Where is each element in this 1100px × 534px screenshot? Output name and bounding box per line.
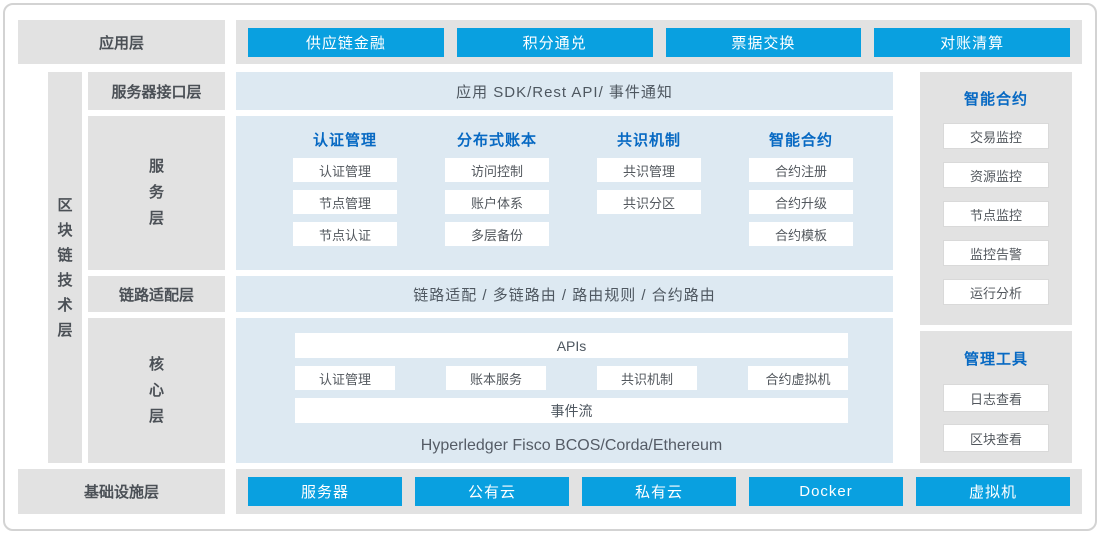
- app-layer-strip: 供应链金融 积分通兑 票据交换 对账清算: [236, 20, 1082, 64]
- infrastructure-layer-label: 基础设施层: [18, 469, 225, 514]
- side-item: 运行分析: [943, 279, 1049, 305]
- service-column-header: 共识机制: [597, 128, 701, 150]
- core-module: 账本服务: [446, 366, 546, 390]
- service-layer-panel: 认证管理 认证管理 节点管理 节点认证 分布式账本 访问控制 账户体系 多层备份…: [236, 116, 893, 270]
- core-layer-panel: APIs 认证管理 账本服务 共识机制 合约虚拟机 事件流 Hyperledge…: [236, 318, 893, 463]
- service-item: 节点认证: [293, 222, 397, 246]
- server-interface-layer-label: 服务器接口层: [88, 72, 225, 110]
- service-item: 共识管理: [597, 158, 701, 182]
- link-adapter-content: 链路适配 / 多链路由 / 路由规则 / 合约路由: [236, 276, 893, 312]
- core-layer-text: 核心层: [148, 352, 165, 430]
- core-event-stream-bar: 事件流: [295, 398, 848, 423]
- core-module: 共识机制: [597, 366, 697, 390]
- service-item: 访问控制: [445, 158, 549, 182]
- service-column-smart-contract: 智能合约 合约注册 合约升级 合约模板: [749, 116, 853, 270]
- management-tools-panel-header: 管理工具: [920, 346, 1072, 370]
- server-interface-content: 应用 SDK/Rest API/ 事件通知: [236, 72, 893, 110]
- blockchain-architecture-diagram: 应用层 供应链金融 积分通兑 票据交换 对账清算 区块链技术层 服务器接口层 服…: [0, 0, 1100, 534]
- smart-contract-panel-header: 智能合约: [920, 86, 1072, 110]
- node-public-cloud: 公有云: [415, 477, 569, 506]
- infrastructure-layer-strip: 服务器 公有云 私有云 Docker 虚拟机: [236, 469, 1082, 514]
- core-apis-bar: APIs: [295, 333, 848, 358]
- blockchain-tech-layer-text: 区块链技术层: [57, 193, 74, 343]
- service-column-header: 分布式账本: [445, 128, 549, 150]
- core-module: 合约虚拟机: [748, 366, 848, 390]
- service-item: 合约升级: [749, 190, 853, 214]
- node-docker: Docker: [749, 477, 903, 506]
- smart-contract-panel: 智能合约 交易监控 资源监控 节点监控 监控告警 运行分析: [920, 72, 1072, 325]
- side-item: 日志查看: [943, 384, 1049, 412]
- service-item: 共识分区: [597, 190, 701, 214]
- service-column-consensus: 共识机制 共识管理 共识分区: [597, 116, 701, 270]
- service-item: 账户体系: [445, 190, 549, 214]
- service-column-ledger: 分布式账本 访问控制 账户体系 多层备份: [445, 116, 549, 270]
- service-column-header: 智能合约: [749, 128, 853, 150]
- side-item: 交易监控: [943, 123, 1049, 149]
- service-layer-text: 服务层: [148, 154, 165, 232]
- node-supply-chain-finance: 供应链金融: [248, 28, 444, 57]
- service-item: 合约模板: [749, 222, 853, 246]
- node-server: 服务器: [248, 477, 402, 506]
- service-item: 认证管理: [293, 158, 397, 182]
- service-layer-label: 服务层: [88, 116, 225, 270]
- core-platforms-text: Hyperledger Fisco BCOS/Corda/Ethereum: [295, 434, 848, 458]
- service-column-auth: 认证管理 认证管理 节点管理 节点认证: [293, 116, 397, 270]
- link-adapter-layer-label: 链路适配层: [88, 276, 225, 312]
- node-points-exchange: 积分通兑: [457, 28, 653, 57]
- side-item: 节点监控: [943, 201, 1049, 227]
- node-bill-exchange: 票据交换: [666, 28, 862, 57]
- side-item: 监控告警: [943, 240, 1049, 266]
- service-item: 多层备份: [445, 222, 549, 246]
- blockchain-tech-layer-label: 区块链技术层: [48, 72, 82, 463]
- management-tools-panel: 管理工具 日志查看 区块查看: [920, 331, 1072, 463]
- service-item: 节点管理: [293, 190, 397, 214]
- node-private-cloud: 私有云: [582, 477, 736, 506]
- service-item: 合约注册: [749, 158, 853, 182]
- side-item: 资源监控: [943, 162, 1049, 188]
- service-column-header: 认证管理: [293, 128, 397, 150]
- core-modules-row: 认证管理 账本服务 共识机制 合约虚拟机: [295, 366, 848, 390]
- node-virtual-machine: 虚拟机: [916, 477, 1070, 506]
- core-module: 认证管理: [295, 366, 395, 390]
- side-item: 区块查看: [943, 424, 1049, 452]
- node-reconciliation-clearing: 对账清算: [874, 28, 1070, 57]
- app-layer-label: 应用层: [18, 20, 225, 64]
- core-layer-label: 核心层: [88, 318, 225, 463]
